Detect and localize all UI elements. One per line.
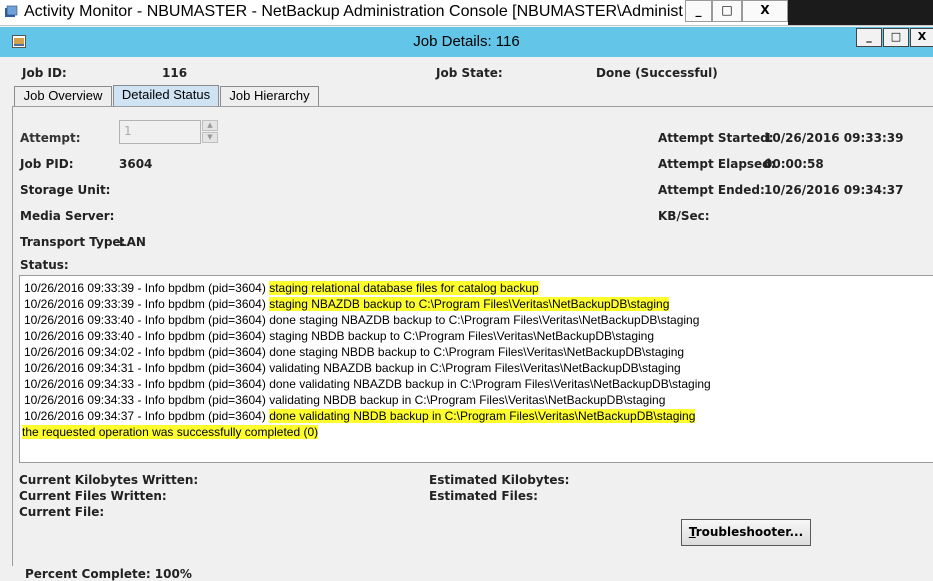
app-icon xyxy=(5,5,18,17)
dialog-close-button[interactable]: X xyxy=(910,28,933,47)
log-line: 10/26/2016 09:34:02 - Info bpdbm (pid=36… xyxy=(24,345,685,359)
attempt-ended-value: 10/26/2016 09:34:37 xyxy=(764,183,904,197)
outer-maximize-button[interactable]: □ xyxy=(712,0,742,22)
attempt-elapsed-label: Attempt Elapsed: xyxy=(658,157,776,171)
tab-job-hierarchy[interactable]: Job Hierarchy xyxy=(220,86,319,106)
spinner-up-icon[interactable]: ▲ xyxy=(202,120,218,131)
log-line: 10/26/2016 09:33:40 - Info bpdbm (pid=36… xyxy=(24,329,655,343)
log-line: 10/26/2016 09:33:40 - Info bpdbm (pid=36… xyxy=(24,313,700,327)
dialog-title: Job Details: 116 xyxy=(413,33,520,50)
troubleshooter-button[interactable]: Troubleshooter... xyxy=(681,519,811,546)
attempt-started-label: Attempt Started: xyxy=(658,131,774,145)
tab-job-overview[interactable]: Job Overview xyxy=(14,86,112,106)
spinner-down-icon[interactable]: ▼ xyxy=(202,132,218,143)
outer-minimize-button[interactable]: _ xyxy=(685,0,712,22)
outer-window-title: Activity Monitor - NBUMASTER - NetBackup… xyxy=(24,3,684,20)
log-line: the requested operation was successfully… xyxy=(22,425,319,439)
status-log[interactable]: 10/26/2016 09:33:39 - Info bpdbm (pid=36… xyxy=(19,275,933,463)
current-files-written-label: Current Files Written: xyxy=(19,489,167,503)
job-pid-label: Job PID: xyxy=(20,157,74,171)
outer-close-button[interactable]: X xyxy=(742,0,788,22)
percent-complete-label: Percent Complete: 100% xyxy=(25,567,192,581)
status-label: Status: xyxy=(20,258,69,272)
dialog-minimize-button[interactable]: _ xyxy=(856,28,882,47)
job-id-label: Job ID: xyxy=(22,66,67,80)
job-id-value: 116 xyxy=(162,66,188,80)
dialog-titlebar: Job Details: 116 _ □ X xyxy=(0,27,933,57)
attempt-started-value: 10/26/2016 09:33:39 xyxy=(764,131,904,145)
job-state-label: Job State: xyxy=(436,66,503,80)
transport-type-label: Transport Type: xyxy=(20,235,126,249)
log-line: 10/26/2016 09:34:37 - Info bpdbm (pid=36… xyxy=(24,409,696,423)
kb-sec-label: KB/Sec: xyxy=(658,209,710,223)
job-state-value: Done (Successful) xyxy=(596,66,718,80)
attempt-label: Attempt: xyxy=(20,131,81,145)
log-line: 10/26/2016 09:34:33 - Info bpdbm (pid=36… xyxy=(24,393,666,407)
log-line: 10/26/2016 09:33:39 - Info bpdbm (pid=36… xyxy=(24,281,539,295)
media-server-label: Media Server: xyxy=(20,209,115,223)
estimated-files-label: Estimated Files: xyxy=(429,489,538,503)
attempt-ended-label: Attempt Ended: xyxy=(658,183,765,197)
current-kb-written-label: Current Kilobytes Written: xyxy=(19,473,199,487)
desktop-background xyxy=(788,0,933,25)
storage-unit-label: Storage Unit: xyxy=(20,183,111,197)
estimated-kb-label: Estimated Kilobytes: xyxy=(429,473,570,487)
log-line: 10/26/2016 09:33:39 - Info bpdbm (pid=36… xyxy=(24,297,670,311)
log-line: 10/26/2016 09:34:33 - Info bpdbm (pid=36… xyxy=(24,377,711,391)
dialog-maximize-button[interactable]: □ xyxy=(883,28,909,47)
attempt-elapsed-value: 00:00:58 xyxy=(764,157,824,171)
attempt-spinner-input[interactable]: 1 xyxy=(119,120,201,144)
log-line: 10/26/2016 09:34:31 - Info bpdbm (pid=36… xyxy=(24,361,681,375)
tab-detailed-status[interactable]: Detailed Status xyxy=(113,85,219,107)
current-file-label: Current File: xyxy=(19,505,105,519)
transport-type-value: LAN xyxy=(119,235,146,249)
job-pid-value: 3604 xyxy=(119,157,153,171)
outer-window-titlebar: Activity Monitor - NBUMASTER - NetBackup… xyxy=(0,0,933,26)
